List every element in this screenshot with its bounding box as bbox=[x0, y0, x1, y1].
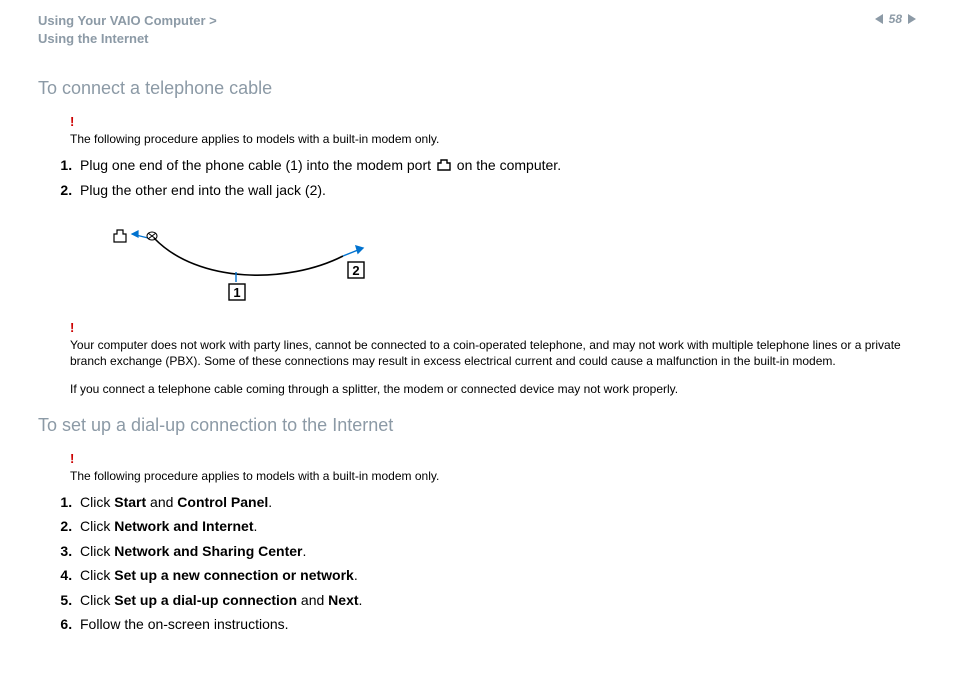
diagram-label-2: 2 bbox=[352, 263, 359, 278]
section-title-connect-cable: To connect a telephone cable bbox=[38, 78, 916, 99]
step-text: Click Set up a new connection or network… bbox=[80, 567, 358, 583]
breadcrumb: Using Your VAIO Computer > Using the Int… bbox=[38, 12, 217, 48]
note-modem-only-2: ! The following procedure applies to mod… bbox=[70, 450, 916, 484]
breadcrumb-top: Using Your VAIO Computer > bbox=[38, 12, 217, 30]
caution-icon: ! bbox=[70, 113, 916, 131]
step-item: Follow the on-screen instructions. bbox=[76, 612, 916, 637]
note-text: The following procedure applies to model… bbox=[70, 131, 916, 147]
next-page-icon[interactable] bbox=[908, 14, 916, 24]
step-item: Click Network and Sharing Center. bbox=[76, 539, 916, 564]
step-item: Click Network and Internet. bbox=[76, 514, 916, 539]
page-nav: 58 bbox=[875, 12, 916, 26]
step-text: Follow the on-screen instructions. bbox=[80, 616, 289, 632]
modem-port-icon bbox=[437, 159, 451, 171]
step-text: Click Start and Control Panel. bbox=[80, 494, 272, 510]
caution-icon: ! bbox=[70, 450, 916, 468]
step-item: Click Set up a dial-up connection and Ne… bbox=[76, 588, 916, 613]
breadcrumb-current: Using the Internet bbox=[38, 30, 217, 48]
step-text-post: on the computer. bbox=[453, 157, 561, 173]
steps-dialup: Click Start and Control Panel. Click Net… bbox=[38, 490, 916, 637]
steps-connect-cable: Plug one end of the phone cable (1) into… bbox=[38, 153, 916, 202]
step-text: Click Network and Internet. bbox=[80, 518, 257, 534]
caution-icon: ! bbox=[70, 319, 916, 337]
cable-diagram: 1 2 bbox=[108, 224, 378, 304]
diagram-label-1: 1 bbox=[233, 285, 240, 300]
step-text: Click Network and Sharing Center. bbox=[80, 543, 306, 559]
note-text: The following procedure applies to model… bbox=[70, 468, 916, 484]
note-text: If you connect a telephone cable coming … bbox=[70, 381, 916, 397]
step-item: Plug the other end into the wall jack (2… bbox=[76, 178, 916, 203]
page-header: Using Your VAIO Computer > Using the Int… bbox=[38, 12, 916, 48]
step-text: Click Set up a dial-up connection and Ne… bbox=[80, 592, 362, 608]
step-item: Click Set up a new connection or network… bbox=[76, 563, 916, 588]
step-item: Click Start and Control Panel. bbox=[76, 490, 916, 515]
section-title-dialup: To set up a dial-up connection to the In… bbox=[38, 415, 916, 436]
prev-page-icon[interactable] bbox=[875, 14, 883, 24]
step-item: Plug one end of the phone cable (1) into… bbox=[76, 153, 916, 178]
step-text-pre: Plug one end of the phone cable (1) into… bbox=[80, 157, 435, 173]
page-number: 58 bbox=[889, 12, 902, 26]
note-modem-only-1: ! The following procedure applies to mod… bbox=[70, 113, 916, 147]
note-party-lines: ! Your computer does not work with party… bbox=[70, 319, 916, 397]
note-text: Your computer does not work with party l… bbox=[70, 337, 916, 369]
step-text: Plug the other end into the wall jack (2… bbox=[80, 182, 326, 198]
